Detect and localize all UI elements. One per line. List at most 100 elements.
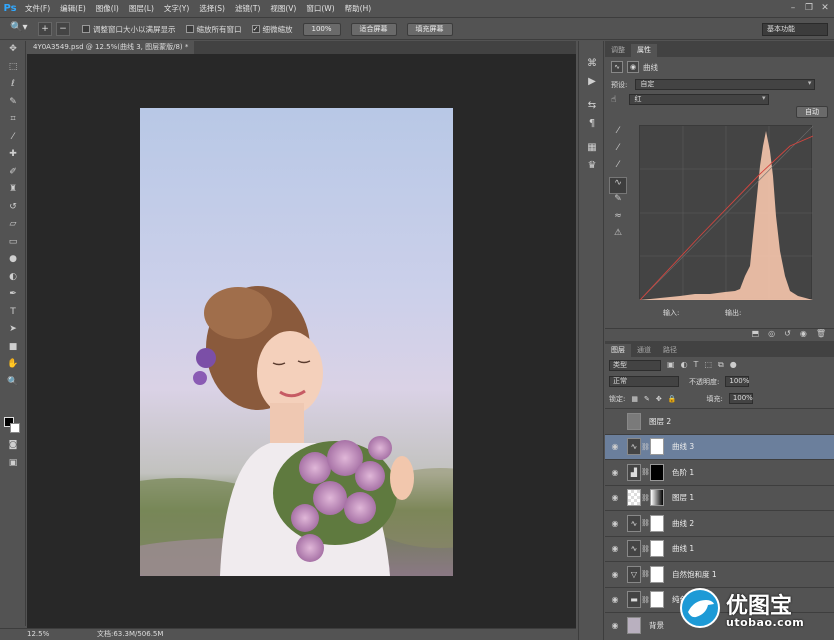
shape-tool-icon[interactable]: ■	[0, 339, 26, 357]
link-icon[interactable]: ⛓	[641, 443, 650, 451]
curve-edit-point-icon[interactable]: ∿	[609, 177, 627, 194]
layer-mask-thumbnail[interactable]	[650, 591, 664, 609]
channel-select[interactable]: 红	[629, 94, 770, 105]
layer-row[interactable]: ◉ ▟ ⛓ 色阶 1	[605, 459, 834, 485]
canvas-area[interactable]	[27, 54, 576, 628]
dodge-tool-icon[interactable]: ◐	[0, 269, 26, 287]
layer-mask-thumbnail[interactable]	[650, 438, 664, 456]
filter-toggle-icon[interactable]: ●	[730, 360, 737, 370]
layer-mask-thumbnail[interactable]	[650, 463, 664, 481]
blur-tool-icon[interactable]: ●	[0, 251, 26, 269]
brush-presets-icon[interactable]: ▦	[579, 139, 605, 157]
trash-icon[interactable]: 🗑	[816, 329, 826, 339]
white-point-eyedropper-icon[interactable]: ⁄	[609, 160, 627, 177]
screen-mode-icon[interactable]: ▣	[0, 455, 26, 473]
menu-select[interactable]: 选择(S)	[194, 3, 230, 14]
eye-icon[interactable]: ◉	[605, 442, 625, 451]
adjustments-icon[interactable]: ⇆	[579, 97, 605, 115]
marquee-tool-icon[interactable]: ⬚	[0, 59, 26, 77]
menu-type[interactable]: 文字(Y)	[159, 3, 194, 14]
restore-icon[interactable]: ❐	[804, 3, 814, 13]
link-icon[interactable]: ⛓	[641, 570, 650, 578]
link-icon[interactable]: ⛓	[641, 494, 650, 502]
filter-shape-icon[interactable]: ⬚	[704, 360, 712, 370]
play-actions-icon[interactable]: ▶	[579, 73, 605, 91]
lock-transparent-icon[interactable]: ▦	[631, 395, 638, 403]
menu-help[interactable]: 帮助(H)	[340, 3, 377, 14]
eye-icon[interactable]: ◉	[605, 519, 625, 528]
menu-layer[interactable]: 图层(L)	[124, 3, 159, 14]
menu-image[interactable]: 图像(I)	[91, 3, 124, 14]
layer-row[interactable]: ◉ ▽ ⛓ 自然饱和度 1	[605, 561, 834, 587]
link-icon[interactable]: ⛓	[641, 596, 650, 604]
menu-file[interactable]: 文件(F)	[20, 3, 55, 14]
lock-all-icon[interactable]: 🔒	[668, 395, 677, 403]
clip-to-layer-icon[interactable]: ⬒	[752, 329, 760, 339]
zoom-all-option[interactable]: 缩放所有窗口	[185, 24, 242, 35]
target-adjust-icon[interactable]: ☝	[611, 95, 616, 105]
actual-pixels-button[interactable]: 100%	[302, 22, 341, 36]
tab-paths[interactable]: 路径	[657, 344, 683, 357]
document-tab[interactable]: 4Y0A3549.psd @ 12.5%(曲线 3, 图层蒙版/8) *	[27, 41, 195, 54]
type-tool-icon[interactable]: T	[0, 304, 26, 322]
tab-layers[interactable]: 图层	[605, 344, 631, 357]
layer-row[interactable]: ◉ ∿ ⛓ 曲线 1	[605, 535, 834, 562]
eye-icon[interactable]: ◉	[605, 595, 625, 604]
paragraph-icon[interactable]: ¶	[579, 115, 605, 133]
link-icon[interactable]: ⛓	[641, 519, 650, 527]
auto-button[interactable]: 自动	[796, 106, 828, 118]
close-icon[interactable]: ✕	[820, 3, 830, 13]
zoom-all-checkbox[interactable]	[185, 25, 194, 33]
scrubby-zoom-checkbox[interactable]: ✓	[251, 25, 260, 33]
smooth-curve-icon[interactable]: ≈	[609, 211, 627, 228]
reset-icon[interactable]: ↺	[784, 329, 791, 339]
filter-pixel-icon[interactable]: ▣	[667, 360, 675, 370]
opacity-input[interactable]: 100%	[725, 376, 749, 387]
minimize-icon[interactable]: –	[788, 3, 798, 13]
link-icon[interactable]: ⛓	[641, 545, 650, 553]
layer-filter-select[interactable]: 类型	[609, 359, 661, 371]
link-icon[interactable]: ⛓	[641, 468, 650, 476]
pen-tool-icon[interactable]: ✒	[0, 286, 26, 304]
filter-type-icon[interactable]: T	[694, 360, 699, 370]
lock-pixels-icon[interactable]: ✎	[644, 395, 650, 403]
photo-canvas[interactable]	[140, 108, 453, 576]
brush-tool-icon[interactable]: ✐	[0, 164, 26, 182]
layer-mask-thumbnail[interactable]	[650, 565, 664, 583]
layer-mask-thumbnail[interactable]	[650, 540, 664, 558]
scrubby-zoom-option[interactable]: ✓ 细微缩放	[251, 24, 293, 35]
layer-mask-thumbnail[interactable]	[650, 489, 664, 507]
eye-icon[interactable]: ◉	[605, 570, 625, 579]
preset-select[interactable]: 自定	[635, 79, 816, 90]
menu-window[interactable]: 窗口(W)	[301, 3, 339, 14]
blend-mode-select[interactable]: 正常	[609, 376, 679, 387]
healing-brush-tool-icon[interactable]: ✚	[0, 146, 26, 164]
layer-mask-thumbnail[interactable]	[650, 514, 664, 532]
layer-row-selected[interactable]: ◉ ∿ ⛓ 曲线 3	[605, 433, 834, 459]
eye-icon[interactable]: ◉	[605, 544, 625, 553]
workspace-select[interactable]: 基本功能	[762, 23, 828, 36]
visibility-icon[interactable]: ◉	[800, 329, 807, 339]
layer-row[interactable]: ◉ 图层 2	[605, 408, 834, 434]
fill-screen-button[interactable]: 填充屏幕	[406, 22, 453, 36]
gray-point-eyedropper-icon[interactable]: ⁄	[609, 143, 627, 160]
zoom-in-icon[interactable]: +	[38, 22, 52, 36]
layer-row[interactable]: ◉ ⛓ 图层 1	[605, 484, 834, 511]
zoom-tool-icon[interactable]: 🔍	[0, 374, 26, 392]
black-point-eyedropper-icon[interactable]: ⁄	[609, 126, 627, 143]
eyedropper-tool-icon[interactable]: ⁄	[0, 129, 26, 147]
eye-icon[interactable]: ◉	[605, 468, 625, 477]
tab-channels[interactable]: 通道	[631, 344, 657, 357]
layer-row[interactable]: ◉ ∿ ⛓ 曲线 2	[605, 510, 834, 536]
quick-mask-icon[interactable]: ◙	[0, 437, 26, 455]
eraser-tool-icon[interactable]: ▱	[0, 216, 26, 234]
move-tool-icon[interactable]: ✥	[0, 41, 26, 59]
tab-adjustments[interactable]: 调整	[605, 44, 631, 57]
curves-graph[interactable]	[639, 125, 814, 301]
quick-select-tool-icon[interactable]: ✎	[0, 94, 26, 112]
menu-edit[interactable]: 编辑(E)	[55, 3, 91, 14]
zoom-tool-preset-icon[interactable]: 🔍▾	[10, 22, 36, 37]
resize-windows-option[interactable]: 调整窗口大小以满屏显示	[82, 24, 176, 35]
fit-screen-button[interactable]: 适合屏幕	[350, 22, 397, 36]
layer-mask-icon[interactable]: ◉	[627, 61, 639, 73]
